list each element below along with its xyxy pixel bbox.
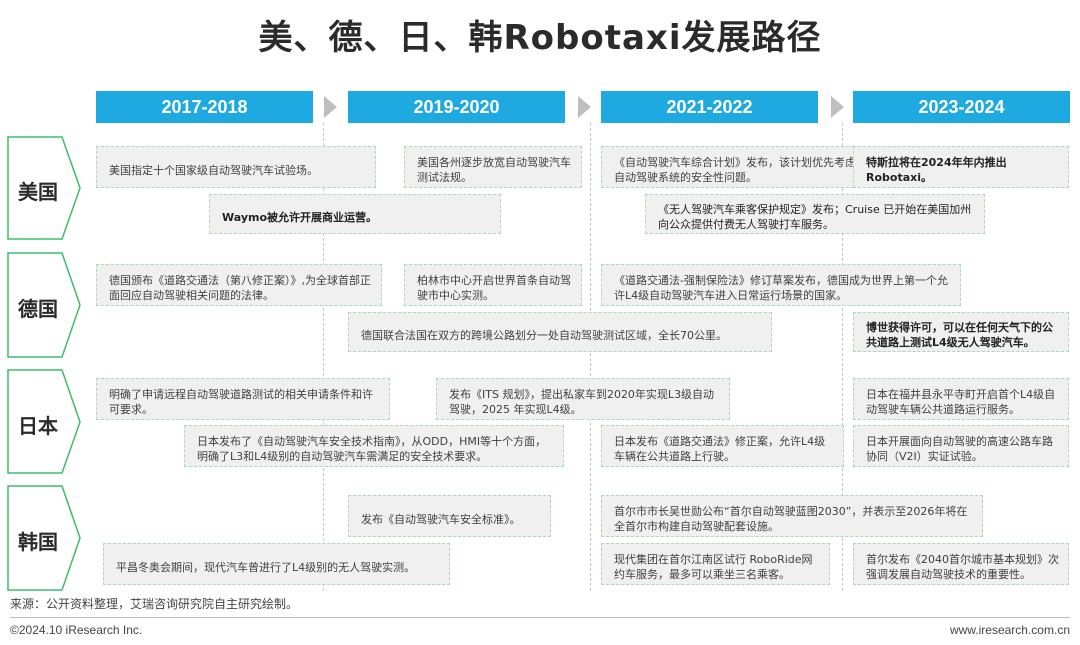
event-box: Waymo被允许开展商业运营。 xyxy=(209,194,501,234)
event-box: 柏林市中心开启世界首条自动驾驶市中心实测。 xyxy=(404,264,582,306)
event-box: 日本发布《道路交通法》修正案，允许L4级车辆在公共道路上行驶。 xyxy=(601,425,844,467)
event-box: 博世获得许可，可以在任何天气下的公共道路上测试L4级无人驾驶汽车。 xyxy=(853,312,1069,352)
event-box: 发布《ITS 规划》，提出私家车到2020年实现L3级自动驾驶，2025 年实现… xyxy=(436,378,730,420)
event-box: 日本发布了《自动驾驶汽车安全技术指南》，从ODD，HMI等十个方面，明确了L3和… xyxy=(184,425,564,467)
country-label-kr: 韩国 xyxy=(18,530,58,554)
event-box: 《无人驾驶汽车乘客保护规定》发布；Cruise 已开始在美国加州向公众提供付费无… xyxy=(645,194,985,234)
page-title: 美、德、日、韩Robotaxi发展路径 xyxy=(258,18,822,58)
event-box: 发布《自动驾驶汽车安全标准》。 xyxy=(348,495,551,537)
column-divider xyxy=(590,123,591,591)
website-url: www.iresearch.com.cn xyxy=(949,623,1070,637)
event-box: 《自动驾驶汽车综合计划》发布，该计划优先考虑了自动驾驶系统的安全性问题。 xyxy=(601,146,884,188)
event-box: 首尔发布《2040首尔城市基本规划》次强调发展自动驾驶技术的重要性。 xyxy=(853,543,1069,585)
event-box: 美国指定十个国家级自动驾驶汽车试验场。 xyxy=(96,146,376,188)
period-header-2023-2024: 2023-2024 xyxy=(853,91,1070,123)
country-label-de: 德国 xyxy=(18,297,58,321)
country-label-jp: 日本 xyxy=(18,414,58,438)
footer-divider xyxy=(10,617,1070,618)
timeline-arrow-icon xyxy=(578,96,591,118)
event-box: 德国联合法国在双方的跨境公路划分一处自动驾驶测试区域，全长70公里。 xyxy=(348,312,772,352)
event-box: 平昌冬奥会期间，现代汽车曾进行了L4级别的无人驾驶实测。 xyxy=(103,543,450,585)
period-header-2021-2022: 2021-2022 xyxy=(601,91,818,123)
event-box: 日本在福井县永平寺町开启首个L4级自动驾驶车辆公共道路运行服务。 xyxy=(853,378,1069,420)
period-header-2019-2020: 2019-2020 xyxy=(348,91,565,123)
timeline-arrow-icon xyxy=(831,96,844,118)
timeline-arrow-icon xyxy=(324,96,337,118)
event-box: 特斯拉将在2024年年内推出Robotaxi。 xyxy=(853,146,1069,188)
event-box: 德国颁布《道路交通法（第八修正案）》,为全球首部正面回应自动驾驶相关问题的法律。 xyxy=(96,264,382,306)
event-box: 日本开展面向自动驾驶的高速公路车路协同（V2I）实证试验。 xyxy=(853,425,1069,467)
copyright: ©2024.10 iResearch Inc. xyxy=(10,623,143,637)
event-box: 现代集团在首尔江南区试行 RoboRide网约车服务，最多可以乘坐三名乘客。 xyxy=(601,543,830,585)
event-box: 明确了申请远程自动驾驶道路测试的相关申请条件和许可要求。 xyxy=(96,378,390,420)
period-header-2017-2018: 2017-2018 xyxy=(96,91,313,123)
country-label-us: 美国 xyxy=(18,180,58,204)
event-box: 《道路交通法-强制保险法》修订草案发布，德国成为世界上第一个允许L4级自动驾驶汽… xyxy=(601,264,961,306)
event-box: 首尔市市长吴世勋公布“首尔自动驾驶蓝图2030”，并表示至2026年将在全首尔市… xyxy=(601,495,983,537)
source-note: 来源：公开资料整理，艾瑞咨询研究院自主研究绘制。 xyxy=(10,597,299,611)
event-box: 美国各州逐步放宽自动驾驶汽车测试法规。 xyxy=(404,146,582,188)
